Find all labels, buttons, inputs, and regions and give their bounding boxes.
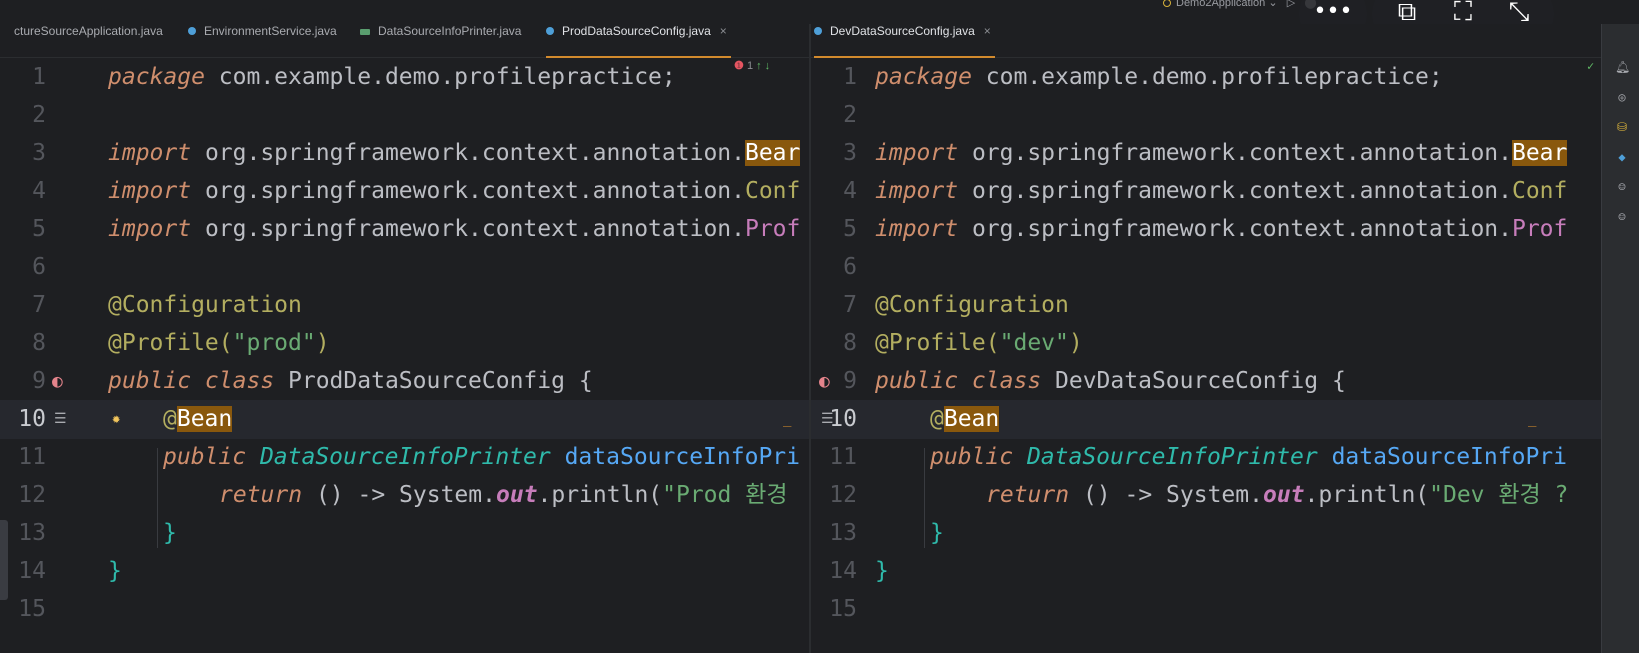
bulb-icon[interactable]: ✹ [112,400,120,439]
code-line: 5 import org.springframework.context.anno… [843,216,1568,242]
code-line: 8 @Profile("dev") [843,330,1083,356]
run-config-selector[interactable]: Demo2Application ⌄ ▷ ⬤ [1163,0,1317,9]
database-icon[interactable]: ⛁ [1615,120,1629,134]
left-scroll-indicator[interactable] [0,520,8,600]
copilot-chat-icon[interactable]: ☺ [1615,210,1629,224]
tab-environment-service[interactable]: EnvironmentService.java [188,24,337,58]
code-line: 7 @Configuration [32,292,302,318]
editor-pane-prod[interactable]: 1 package com.example.demo.profilepractic… [0,58,809,653]
code-line: 3 import org.springframework.context.anno… [843,140,1568,166]
code-line: 15 [18,596,46,622]
run-config-icon [1163,0,1171,7]
close-tab-icon[interactable]: × [984,24,991,38]
tab-datasource-info-printer[interactable]: DataSourceInfoPrinter.java [360,24,521,58]
code-line: 11 public DataSourceInfoPrinter dataSourc… [18,444,800,470]
code-line: 14} [829,558,889,584]
right-tool-sidebar: 🔔︎ ◎ ⛁ ◆ ☺ ☺ [1601,24,1639,653]
code-line: 14} [18,558,122,584]
fold-marker-icon[interactable]: _ [783,400,791,439]
no-problems-check-icon[interactable]: ✓ [1587,59,1594,73]
ai-assistant-icon[interactable]: ◎ [1615,90,1629,104]
copilot-icon[interactable]: ☺ [1615,180,1629,194]
code-line: 13} [18,520,177,546]
tab-prod-datasource-config[interactable]: ProdDataSourceConfig.java × [546,24,731,58]
code-line: 4 import org.springframework.context.anno… [843,178,1568,204]
class-icon [188,27,196,35]
notifications-icon[interactable]: 🔔︎ [1615,60,1630,74]
bookmark-gutter-icon[interactable]: ☰ [54,400,67,439]
code-line-current: 10 ☰ ✹ @Bean _ [0,400,809,439]
code-line: 2 [843,102,857,128]
code-line: 6 [32,254,46,280]
bookmark-gutter-icon[interactable]: ☰ [821,400,834,439]
code-line: 6 [843,254,857,280]
code-line: 1 package com.example.demo.profilepractic… [32,64,676,90]
tab-ctureSourceApplication[interactable]: ctureSourceApplication.java [14,24,163,58]
code-line-current: 10 ☰ @Bean _ [811,400,1601,439]
spring-bean-gutter-icon[interactable]: ◐ [52,362,63,401]
code-line: 12 return () -> System.out.println("Prod … [18,482,788,508]
fold-marker-icon[interactable]: _ [1528,400,1536,439]
code-line: 12 return () -> System.out.println("Dev 환… [829,482,1569,508]
code-line: 13} [829,520,944,546]
editor-tab-bar: ctureSourceApplication.java EnvironmentS… [0,24,1639,72]
code-line: 2 [32,102,46,128]
code-line: 9 ◐ public class ProdDataSourceConfig { [0,362,809,401]
code-line: 1 package com.example.demo.profilepractic… [843,64,1443,90]
code-line: 15 [829,596,857,622]
code-line: 3 import org.springframework.context.anno… [32,140,801,166]
code-line: 7 @Configuration [843,292,1069,318]
code-line: 4 import org.springframework.context.anno… [32,178,801,204]
close-tab-icon[interactable]: × [720,24,727,38]
class-icon [814,27,822,35]
code-line: 8 @Profile("prod") [32,330,330,356]
code-line: 9 ◐ public class DevDataSourceConfig { [811,362,1601,401]
error-icon: ❶ [734,60,744,72]
class-icon [546,27,554,35]
gradle-icon[interactable]: ◆ [1615,150,1629,164]
tab-dev-datasource-config[interactable]: DevDataSourceConfig.java × [814,24,995,58]
inspection-status[interactable]: ❶ 1 ↑ ↓ [734,59,770,72]
code-line: 5 import org.springframework.context.anno… [32,216,801,242]
code-line: 11 public DataSourceInfoPrinter dataSourc… [829,444,1567,470]
spring-bean-gutter-icon[interactable]: ◐ [819,362,830,401]
editor-pane-dev[interactable]: 1 package com.example.demo.profilepractic… [811,58,1601,653]
interface-icon [360,29,370,35]
